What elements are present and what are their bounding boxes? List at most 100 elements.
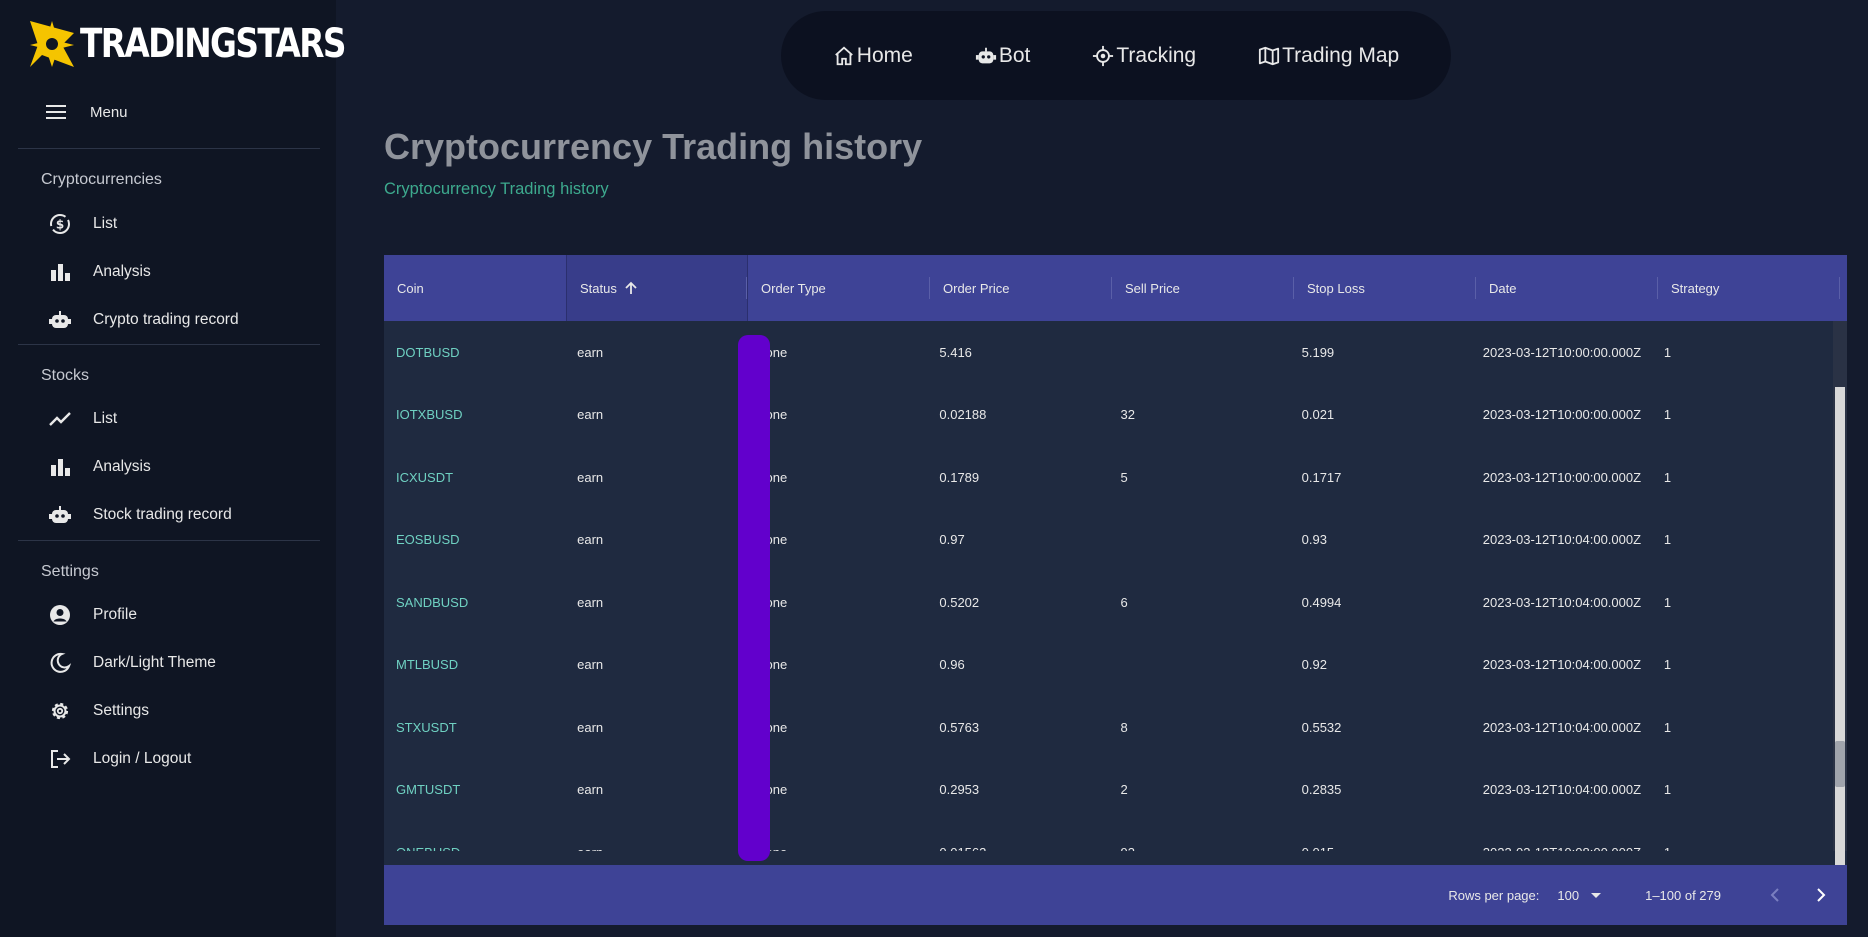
cell-strategy: 1 bbox=[1663, 407, 1672, 423]
chevron-left-icon bbox=[1770, 888, 1779, 902]
cell-sell-price: 5 bbox=[1120, 469, 1128, 485]
sidebar-item-label: Analysis bbox=[93, 263, 151, 280]
sidebar-item-stock-trading-record[interactable]: Stock trading record bbox=[47, 500, 232, 530]
hamburger-icon bbox=[46, 105, 66, 119]
topnav-label: Home bbox=[856, 43, 913, 67]
table-pagination: Rows per page: 100 1–100 of 279 bbox=[384, 865, 1847, 925]
column-header-order-type[interactable]: Order Type bbox=[748, 255, 930, 321]
cell-order-price: 0.5202 bbox=[939, 594, 980, 610]
star-logo-icon bbox=[30, 21, 74, 67]
trending-line-icon bbox=[47, 406, 73, 432]
column-separator[interactable] bbox=[746, 277, 747, 299]
column-separator[interactable] bbox=[1839, 277, 1840, 299]
sidebar-item-profile[interactable]: Profile bbox=[47, 600, 137, 630]
cell-order-type: done bbox=[758, 469, 788, 485]
cell-date: 2023-03-12T10:04:00.000Z bbox=[1482, 657, 1642, 673]
sort-ascending-icon bbox=[625, 281, 637, 294]
column-header-coin[interactable]: Coin bbox=[384, 255, 566, 321]
topnav-label: Bot bbox=[998, 43, 1031, 67]
cell-order-type: done bbox=[758, 719, 788, 735]
cell-date: 2023-03-12T10:04:00.000Z bbox=[1482, 594, 1642, 610]
cell-coin[interactable]: MTLBUSD bbox=[384, 657, 565, 672]
dollar-sync-icon: $ bbox=[47, 211, 73, 237]
sidebar: TRADINGSTARS Menu Cryptocurrencies $ Lis… bbox=[0, 0, 346, 937]
cell-coin[interactable]: ICXUSDT bbox=[384, 470, 565, 485]
topnav-trading-map[interactable]: Trading Map bbox=[1258, 44, 1399, 68]
brand-logo[interactable]: TRADINGSTARS bbox=[28, 18, 403, 70]
next-page-button[interactable] bbox=[1805, 880, 1835, 910]
table-row[interactable]: DOTBUSD earn done 5.416 5.199 2023-03-12T10:0… bbox=[384, 321, 1833, 384]
section-title-stocks: Stocks bbox=[41, 367, 90, 384]
table-row[interactable]: ICXUSDT earn done 0.1789 5 0.1717 2023-03-12T1… bbox=[384, 446, 1833, 509]
cell-coin[interactable]: STXUSDT bbox=[384, 720, 565, 735]
cell-coin[interactable]: ONEBUSD bbox=[384, 845, 565, 851]
sidebar-item-label: List bbox=[93, 215, 118, 232]
sidebar-item-login-logout[interactable]: Login / Logout bbox=[47, 744, 191, 774]
sidebar-item-stocks-analysis[interactable]: Analysis bbox=[47, 452, 151, 482]
chevron-right-icon bbox=[1817, 888, 1826, 902]
cell-stop-loss: 5.199 bbox=[1301, 344, 1335, 360]
column-header-date[interactable]: Date bbox=[1476, 255, 1658, 321]
cell-status: earn bbox=[577, 594, 604, 610]
cell-order-price: 0.97 bbox=[939, 532, 965, 548]
topnav-bot[interactable]: Bot bbox=[975, 43, 1031, 68]
page-title: Cryptocurrency Trading history bbox=[384, 126, 923, 167]
topnav-tracking[interactable]: Tracking bbox=[1092, 44, 1196, 68]
sidebar-item-stocks-list[interactable]: List bbox=[47, 404, 117, 434]
robot-icon bbox=[47, 307, 73, 333]
cell-date: 2023-03-12T10:00:00.000Z bbox=[1482, 344, 1642, 360]
column-header-strategy[interactable]: Strategy bbox=[1658, 255, 1840, 321]
table-row[interactable]: ONEBUSDearndone0.01562930.0152023-03-12T… bbox=[384, 821, 1833, 851]
table-row[interactable]: SANDBUSD earn done 0.5202 6 0.4994 2023-03-12T… bbox=[384, 571, 1833, 634]
cell-sell-price: 32 bbox=[1120, 407, 1135, 423]
column-header-status[interactable]: Status bbox=[566, 255, 748, 321]
cell-strategy: 1 bbox=[1663, 344, 1672, 360]
table-row[interactable]: GMTUSDT earn done 0.2953 2 0.2835 2023-03-12T1… bbox=[384, 759, 1833, 822]
sidebar-item-theme-toggle[interactable]: Dark/Light Theme bbox=[47, 648, 216, 678]
cell-status: earn bbox=[565, 845, 746, 851]
previous-page-button[interactable] bbox=[1761, 880, 1791, 910]
topnav-home[interactable]: Home bbox=[833, 44, 913, 68]
table-body: DOTBUSD earn done 5.416 5.199 2023-03-12T10:0… bbox=[384, 321, 1833, 851]
column-header-stop-loss[interactable]: Stop Loss bbox=[1294, 255, 1476, 321]
cell-sell-price: 2 bbox=[1120, 782, 1128, 798]
table-row[interactable]: IOTXBUSD earn done 0.02188 32 0.021 2023-03-12… bbox=[384, 384, 1833, 447]
table-row[interactable]: STXUSDT earn done 0.5763 8 0.5532 2023-03-12T1… bbox=[384, 696, 1833, 759]
sidebar-divider bbox=[18, 344, 320, 345]
sidebar-item-label: Stock trading record bbox=[93, 506, 232, 523]
rows-per-page-select[interactable]: 100 bbox=[1557, 888, 1603, 903]
cell-order-type: done bbox=[758, 657, 788, 673]
sidebar-divider bbox=[18, 540, 320, 541]
rows-per-page-label: Rows per page: bbox=[1448, 887, 1540, 903]
trading-history-table: Coin Status Order Type Order Price Sell Pric… bbox=[384, 255, 1847, 925]
cell-coin[interactable]: EOSBUSD bbox=[384, 532, 565, 547]
topnav-label: Trading Map bbox=[1282, 43, 1400, 67]
column-header-label: Date bbox=[1489, 280, 1517, 296]
cell-order-price: 0.1789 bbox=[939, 469, 980, 485]
sidebar-item-label: List bbox=[93, 410, 118, 427]
cell-status: earn bbox=[577, 719, 604, 735]
cell-coin[interactable]: GMTUSDT bbox=[384, 782, 565, 797]
sidebar-item-crypto-analysis[interactable]: Analysis bbox=[47, 257, 151, 287]
scrollbar-thumb[interactable] bbox=[1835, 741, 1845, 787]
sidebar-divider bbox=[18, 148, 320, 149]
column-header-order-price[interactable]: Order Price bbox=[930, 255, 1112, 321]
cell-coin[interactable]: IOTXBUSD bbox=[384, 407, 565, 422]
sidebar-item-crypto-trading-record[interactable]: Crypto trading record bbox=[47, 305, 239, 335]
column-header-sell-price[interactable]: Sell Price bbox=[1112, 255, 1294, 321]
cell-order-type: done bbox=[746, 845, 927, 851]
cell-coin[interactable]: DOTBUSD bbox=[384, 345, 565, 360]
cell-stop-loss: 0.93 bbox=[1301, 532, 1327, 548]
menu-toggle-button[interactable]: Menu bbox=[46, 100, 128, 124]
sidebar-item-settings[interactable]: Settings bbox=[47, 696, 149, 726]
table-row[interactable]: EOSBUSD earn done 0.97 0.93 2023-03-12T10:04:… bbox=[384, 509, 1833, 572]
cell-coin[interactable]: SANDBUSD bbox=[384, 595, 565, 610]
home-icon bbox=[834, 46, 853, 65]
table-row[interactable]: MTLBUSD earn done 0.96 0.92 2023-03-12T10:04:… bbox=[384, 634, 1833, 697]
table-scrollbar[interactable] bbox=[1833, 321, 1847, 917]
sidebar-item-crypto-list[interactable]: $ List bbox=[47, 209, 117, 239]
scrollbar-track[interactable] bbox=[1835, 387, 1845, 917]
pagination-range: 1–100 of 279 bbox=[1645, 887, 1721, 903]
cell-strategy: 1 bbox=[1663, 719, 1672, 735]
cell-date: 2023-03-12T10:04:00.000Z bbox=[1482, 719, 1642, 735]
